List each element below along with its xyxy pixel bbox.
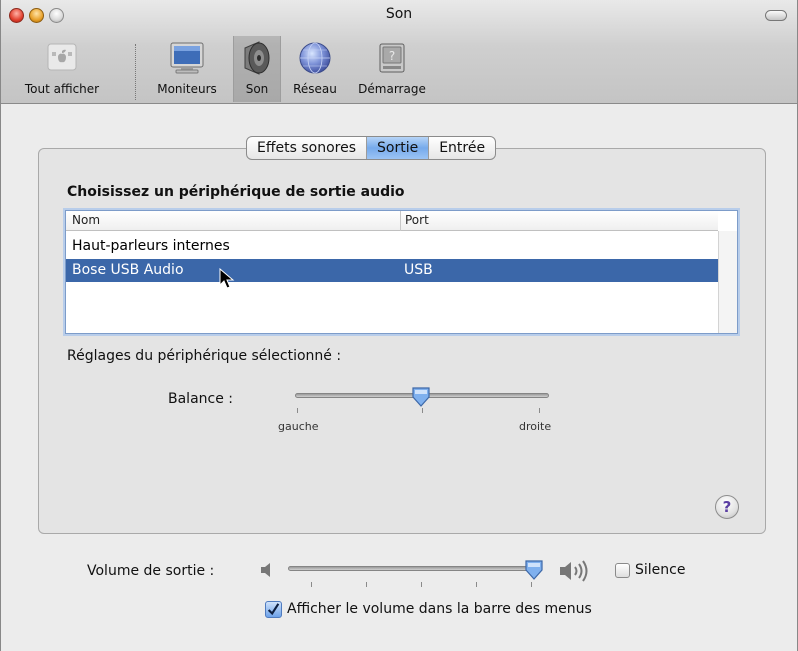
cell-name: Bose USB Audio xyxy=(72,262,184,278)
balance-tick-left xyxy=(297,408,298,413)
toolbar-item-monitors[interactable]: Moniteurs xyxy=(146,36,228,102)
balance-tick-center xyxy=(422,408,423,413)
tab-sound-effects[interactable]: Effets sonores xyxy=(247,137,367,159)
table-row-selected[interactable]: Bose USB Audio USB xyxy=(66,259,718,282)
device-settings-label: Réglages du périphérique sélectionné : xyxy=(67,348,342,364)
speaker-low-icon xyxy=(261,563,270,577)
toolbar-item-startup-disk[interactable]: ? Démarrage xyxy=(351,36,433,102)
output-device-title: Choisissez un périphérique de sortie aud… xyxy=(67,184,405,200)
table-row[interactable]: Haut-parleurs internes xyxy=(66,235,718,258)
balance-label: Balance : xyxy=(168,391,234,407)
title-toolbar: Son Tout afficher Moniteurs Son Réseau ?… xyxy=(1,0,797,104)
balance-right-label: droite xyxy=(519,420,552,433)
column-divider xyxy=(400,211,401,231)
speaker-icon xyxy=(244,41,270,75)
toolbar-item-sound[interactable]: Son xyxy=(233,36,281,102)
cell-name: Haut-parleurs internes xyxy=(72,238,230,254)
checkmark-icon xyxy=(267,603,280,616)
column-header-name[interactable]: Nom xyxy=(72,213,100,227)
output-device-table: Nom Port Haut-parleurs internes Bose USB… xyxy=(65,210,738,334)
output-group-box xyxy=(38,148,766,534)
show-volume-in-menubar-label: Afficher le volume dans la barre des men… xyxy=(287,601,592,617)
output-volume-label: Volume de sortie : xyxy=(87,563,215,579)
speaker-high-icon xyxy=(560,560,588,582)
toolbar-item-network[interactable]: Réseau xyxy=(285,36,345,102)
column-header-port[interactable]: Port xyxy=(405,213,429,227)
silence-label: Silence xyxy=(635,562,686,578)
toolbar-label: Démarrage xyxy=(358,82,426,96)
cell-port: USB xyxy=(404,262,433,278)
tab-bar: Effets sonores Sortie Entrée xyxy=(246,136,497,160)
volume-tick xyxy=(421,582,422,587)
apple-grid-icon xyxy=(47,43,77,71)
tab-input[interactable]: Entrée xyxy=(429,137,495,159)
table-header: Nom Port xyxy=(66,211,718,231)
balance-tick-right xyxy=(539,408,540,413)
volume-tick xyxy=(311,582,312,587)
toolbar-toggle-button[interactable] xyxy=(765,10,787,21)
balance-slider-knob[interactable] xyxy=(411,386,431,408)
sound-preferences-window: Son Tout afficher Moniteurs Son Réseau ?… xyxy=(0,0,798,651)
silence-checkbox[interactable] xyxy=(615,563,630,578)
toolbar-label: Tout afficher xyxy=(24,82,100,96)
svg-text:?: ? xyxy=(389,49,395,63)
toolbar-separator xyxy=(135,44,136,100)
volume-tick xyxy=(476,582,477,587)
globe-icon xyxy=(299,42,331,74)
toolbar-item-show-all[interactable]: Tout afficher xyxy=(7,36,117,102)
volume-tick xyxy=(366,582,367,587)
toolbar-label: Son xyxy=(245,82,269,96)
volume-tick xyxy=(531,582,532,587)
help-button[interactable]: ? xyxy=(715,495,739,519)
table-scrollbar[interactable] xyxy=(718,231,737,333)
mouse-pointer-icon xyxy=(219,268,235,289)
hard-disk-icon: ? xyxy=(379,43,405,73)
output-volume-slider-knob[interactable] xyxy=(524,559,544,581)
show-volume-in-menubar-checkbox[interactable] xyxy=(265,601,282,618)
output-volume-slider-track[interactable] xyxy=(288,566,540,571)
toolbar-label: Moniteurs xyxy=(157,82,217,96)
window-title: Son xyxy=(385,6,413,22)
toolbar-label: Réseau xyxy=(293,82,337,96)
monitor-icon xyxy=(170,42,204,74)
tab-output[interactable]: Sortie xyxy=(367,137,430,159)
balance-left-label: gauche xyxy=(278,420,319,433)
